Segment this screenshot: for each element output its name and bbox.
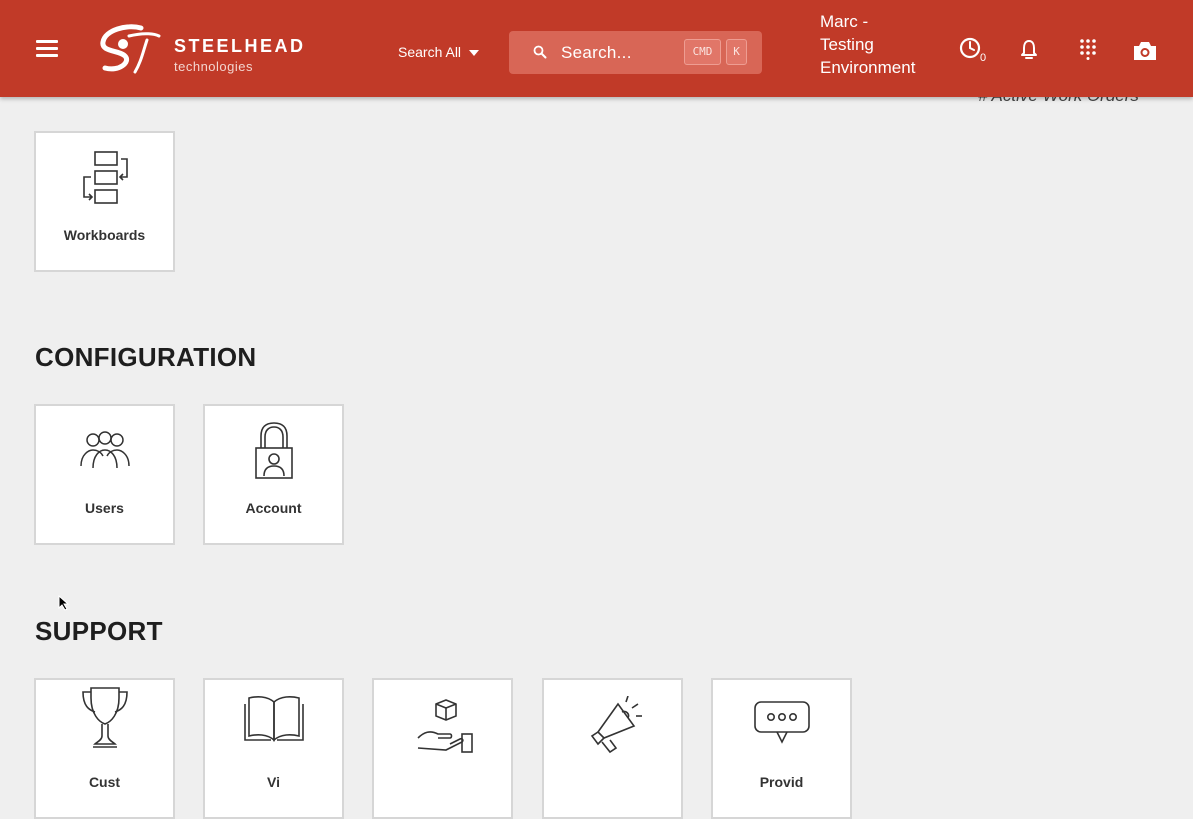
environment-line: Marc -: [820, 12, 869, 31]
tile-videos[interactable]: Vi: [203, 678, 344, 819]
hand-box-icon: [416, 699, 473, 753]
tile-account[interactable]: Account: [203, 404, 344, 545]
bell-icon[interactable]: [1020, 39, 1038, 61]
timer-count-badge: 0: [980, 52, 987, 64]
top-app-bar: STEELHEAD technologies Search All Search…: [0, 0, 1193, 97]
tile-provide-feedback[interactable]: Provid: [711, 678, 852, 819]
tile-label: Users: [85, 500, 124, 516]
chat-bubble-icon: [753, 701, 810, 744]
tile-customer-success[interactable]: Cust: [34, 678, 175, 819]
brand-subtitle: technologies: [174, 59, 253, 74]
tile-label: Vi: [267, 774, 280, 790]
workboards-icon: [82, 151, 128, 204]
tile-announcements[interactable]: [542, 678, 683, 819]
book-icon: [243, 696, 304, 742]
mouse-cursor-icon: [58, 595, 70, 611]
caret-down-icon: [469, 50, 480, 57]
search-scope-label: Search All: [398, 44, 462, 60]
brand-name: STEELHEAD: [174, 36, 306, 56]
search-icon: [533, 45, 547, 59]
tile-users[interactable]: Users: [34, 404, 175, 545]
tile-workboards[interactable]: Workboards: [34, 131, 175, 272]
search-scope-dropdown[interactable]: Search All: [398, 44, 480, 60]
menu-icon[interactable]: [36, 40, 58, 58]
shortcut-cmd-key: CMD: [684, 39, 721, 65]
tile-product-delivery[interactable]: [372, 678, 513, 819]
search-placeholder: Search...: [561, 43, 632, 62]
users-icon: [79, 431, 130, 469]
environment-line: Testing: [820, 35, 874, 54]
lock-user-icon: [254, 422, 293, 479]
trophy-icon: [81, 687, 128, 748]
tile-label: Account: [245, 500, 302, 516]
tile-label: Workboards: [63, 227, 146, 243]
camera-icon[interactable]: [1132, 40, 1158, 62]
global-search-input[interactable]: Search... CMD K: [509, 31, 762, 74]
environment-selector[interactable]: Marc - Testing Environment: [820, 10, 940, 79]
environment-line: Environment: [820, 58, 916, 77]
tile-label: Provid: [759, 774, 804, 790]
steelhead-logo[interactable]: STEELHEAD technologies: [97, 22, 327, 74]
megaphone-icon: [590, 695, 642, 754]
shortcut-k-key: K: [726, 39, 747, 65]
section-title-configuration: CONFIGURATION: [35, 342, 257, 372]
clock-icon[interactable]: [959, 37, 981, 59]
apps-grid-icon[interactable]: [1078, 38, 1098, 60]
tile-label: Cust: [88, 774, 121, 790]
section-title-support: SUPPORT: [35, 616, 163, 646]
steelhead-logo-mark: [100, 24, 161, 74]
